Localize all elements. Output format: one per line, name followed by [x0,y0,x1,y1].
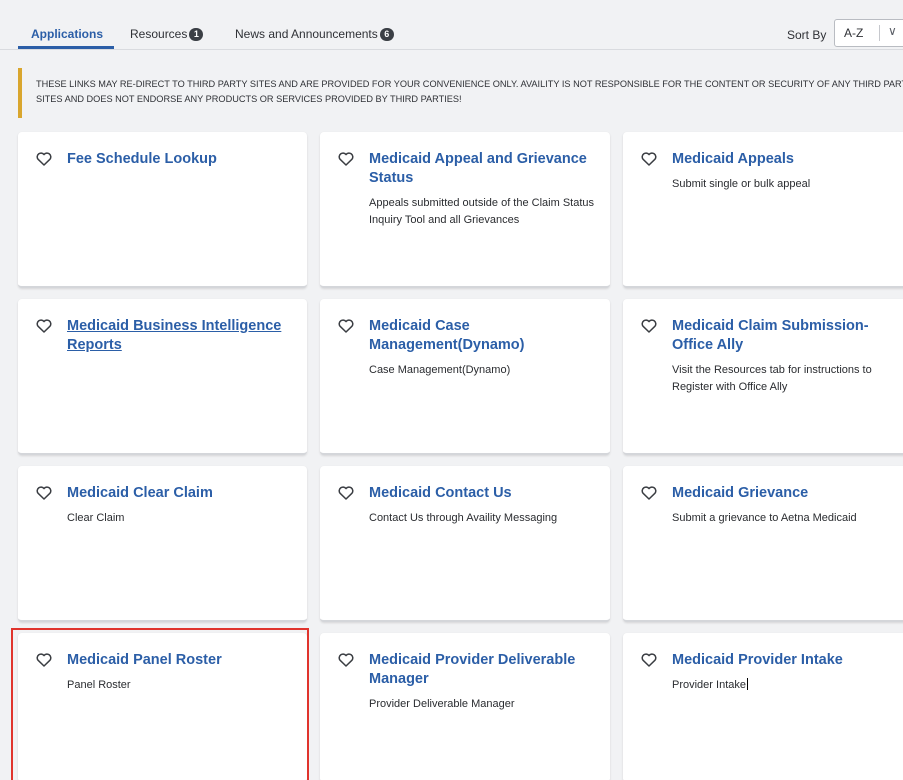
card-description: Visit the Resources tab for instructions… [672,364,872,393]
tab-news-and-announcements[interactable]: News and Announcements 6 [235,27,394,41]
application-card[interactable]: Medicaid Appeals Submit single or bulk ap… [623,132,903,288]
sort-value: A-Z [844,26,864,40]
application-card[interactable]: Medicaid Panel Roster Panel Roster [18,633,307,780]
select-divider [879,25,880,41]
favorite-heart-icon[interactable] [641,486,657,500]
tab-divider [0,49,903,50]
tab-applications[interactable]: Applications [31,27,103,41]
card-title-link[interactable]: Medicaid Contact Us [369,484,600,503]
tab-label: Applications [31,27,104,41]
tab-label: News and Announcements [235,27,378,41]
tab-label: Resources [130,27,188,41]
card-description: Case Management(Dynamo) [369,364,511,376]
application-card[interactable]: Medicaid Claim Submission-Office Ally Vis… [623,299,903,455]
tab-bar: Applications Resources 1 News and Announc… [0,0,903,50]
application-card[interactable]: Medicaid Case Management(Dynamo) Case Man… [320,299,610,455]
application-card[interactable]: Medicaid Grievance Submit a grievance to … [623,466,903,622]
chevron-down-icon: ∨ [888,24,897,38]
card-title-link[interactable]: Medicaid Claim Submission-Office Ally [672,317,898,355]
favorite-heart-icon[interactable] [338,152,354,166]
card-title-link[interactable]: Medicaid Clear Claim [67,484,297,503]
card-description: Provider Deliverable Manager [369,698,515,710]
favorite-heart-icon[interactable] [338,486,354,500]
favorite-heart-icon[interactable] [641,152,657,166]
application-card[interactable]: Medicaid Provider Intake Provider Intake [623,633,903,780]
favorite-heart-icon[interactable] [36,152,52,166]
card-description: Submit a grievance to Aetna Medicaid [672,512,857,524]
favorite-heart-icon[interactable] [36,653,52,667]
card-title-link[interactable]: Medicaid Case Management(Dynamo) [369,317,600,355]
card-title-link[interactable]: Medicaid Appeal and Grievance Status [369,150,600,188]
sort-by-label: Sort By [787,28,827,42]
card-title-link[interactable]: Fee Schedule Lookup [67,150,297,169]
application-card[interactable]: Medicaid Contact Us Contact Us through Av… [320,466,610,622]
favorite-heart-icon[interactable] [641,653,657,667]
sort-select[interactable]: A-Z ∨ [834,19,903,47]
card-title-link[interactable]: Medicaid Panel Roster [67,651,297,670]
favorite-heart-icon[interactable] [338,653,354,667]
favorite-heart-icon[interactable] [36,486,52,500]
favorite-heart-icon[interactable] [641,319,657,333]
favorite-heart-icon[interactable] [338,319,354,333]
card-description: Contact Us through Availity Messaging [369,512,558,524]
application-card[interactable]: Medicaid Appeal and Grievance Status Appe… [320,132,610,288]
card-description: Submit single or bulk appeal [672,178,811,190]
card-title-link[interactable]: Medicaid Grievance [672,484,898,503]
card-description: Panel Roster [67,679,131,691]
application-card[interactable]: Medicaid Business Intelligence Reports [18,299,307,455]
card-description: Provider Intake [672,678,748,691]
text-cursor [746,678,748,690]
card-title-link[interactable]: Medicaid Appeals [672,150,898,169]
card-description: Appeals submitted outside of the Claim S… [369,197,595,226]
card-title-link[interactable]: Medicaid Provider Deliverable Manager [369,651,600,689]
third-party-notice: THESE LINKS MAY RE-DIRECT TO THIRD PARTY… [18,68,903,118]
card-description: Clear Claim [67,512,125,524]
card-title-link[interactable]: Medicaid Provider Intake [672,651,898,670]
favorite-heart-icon[interactable] [36,319,52,333]
card-title-link[interactable]: Medicaid Business Intelligence Reports [67,317,297,355]
application-card[interactable]: Medicaid Clear Claim Clear Claim [18,466,307,622]
notice-text: THESE LINKS MAY RE-DIRECT TO THIRD PARTY… [36,79,903,104]
count-badge: 1 [189,28,204,41]
count-badge: 6 [379,28,394,41]
application-card[interactable]: Fee Schedule Lookup [18,132,307,288]
application-card[interactable]: Medicaid Provider Deliverable Manager Pro… [320,633,610,780]
tab-resources[interactable]: Resources 1 [130,27,204,41]
